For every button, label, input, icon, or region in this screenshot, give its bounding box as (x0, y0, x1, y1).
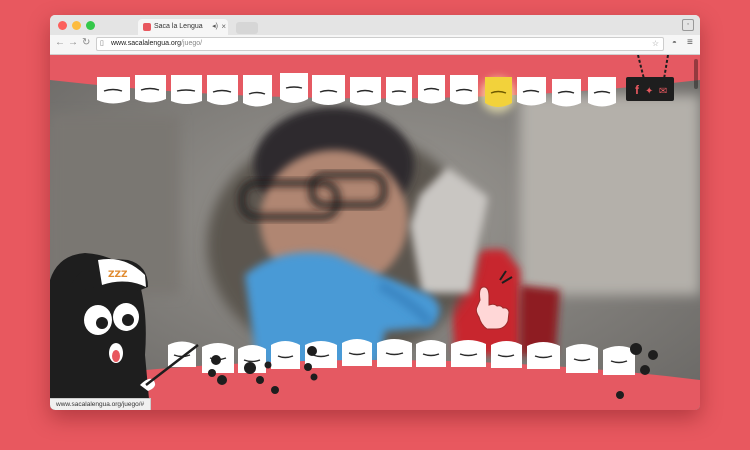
tooth[interactable] (271, 341, 300, 369)
webcam-video-background (50, 55, 700, 410)
bacterium[interactable] (648, 350, 658, 360)
tooth[interactable] (517, 77, 546, 106)
bacterium[interactable] (256, 376, 264, 384)
tooth[interactable] (168, 341, 196, 368)
browser-toolbar: ← → ↻ ▯ www.sacalalengua.org/juego/ ☆ ◓ … (50, 35, 700, 55)
tooth[interactable] (418, 75, 445, 104)
tooth[interactable] (350, 77, 381, 106)
bacterium[interactable] (616, 391, 624, 399)
tooth[interactable] (342, 339, 372, 366)
bacterium[interactable] (208, 369, 216, 377)
favicon-icon (143, 23, 151, 31)
menu-icon[interactable]: ≡ (687, 37, 693, 48)
bacterium[interactable] (271, 386, 279, 394)
address-bar[interactable]: ▯ www.sacalalengua.org/juego/ ☆ (96, 37, 664, 51)
tooth[interactable] (97, 77, 130, 104)
page-icon: ▯ (100, 40, 104, 47)
close-window-button[interactable] (58, 21, 67, 30)
tooth[interactable] (377, 339, 412, 367)
browser-tab[interactable]: Saca la Lengua ◂) × (138, 19, 228, 35)
scrollbar[interactable] (694, 59, 698, 89)
zoom-window-button[interactable] (86, 21, 95, 30)
tooth[interactable] (566, 344, 598, 373)
mascot-cap-text: ZZZ (108, 270, 128, 280)
twitter-icon[interactable]: ✦ (645, 86, 653, 97)
game-viewport[interactable]: f ✦ ✉ ZZZ (50, 55, 700, 410)
tooth[interactable] (243, 75, 272, 107)
bacterium[interactable] (640, 365, 650, 375)
bacterium[interactable] (211, 355, 221, 365)
email-icon[interactable]: ✉ (659, 86, 667, 97)
bookmark-star-icon[interactable]: ☆ (652, 38, 659, 50)
bacterium[interactable] (264, 361, 272, 369)
url-domain: www.sacalalengua.org (111, 40, 182, 47)
browser-window: Saca la Lengua ◂) × ◦ ← → ↻ ▯ www.sacala… (50, 15, 700, 410)
bacterium[interactable] (310, 373, 318, 381)
tooth[interactable] (491, 341, 522, 368)
profile-icon[interactable]: ◦ (682, 19, 694, 31)
back-icon[interactable]: ← (55, 37, 65, 48)
speaker-icon[interactable]: ◂) (212, 19, 218, 35)
tab-title: Saca la Lengua (154, 23, 203, 30)
extension-icon[interactable]: ◓ (672, 38, 677, 47)
tooth[interactable] (280, 73, 308, 103)
tooth[interactable] (451, 340, 486, 367)
tooth[interactable] (416, 340, 446, 367)
title-bar: Saca la Lengua ◂) × ◦ (50, 15, 700, 35)
url-path: /juego/ (181, 40, 203, 47)
status-bar: www.sacalalengua.org/juego/# (50, 398, 152, 410)
tooth[interactable] (552, 79, 581, 107)
bacterium[interactable] (307, 346, 317, 356)
reload-icon[interactable]: ↻ (82, 37, 90, 48)
bacterium[interactable] (217, 375, 227, 385)
game-canvas[interactable]: f ✦ ✉ ZZZ (50, 55, 700, 410)
bacterium[interactable] (244, 362, 256, 374)
new-tab-button[interactable] (236, 22, 258, 34)
bacterium[interactable] (304, 363, 312, 371)
forward-icon[interactable]: → (68, 37, 78, 48)
close-tab-icon[interactable]: × (221, 19, 226, 35)
tooth[interactable] (527, 342, 560, 369)
bacterium[interactable] (630, 343, 642, 355)
minimize-window-button[interactable] (72, 21, 81, 30)
